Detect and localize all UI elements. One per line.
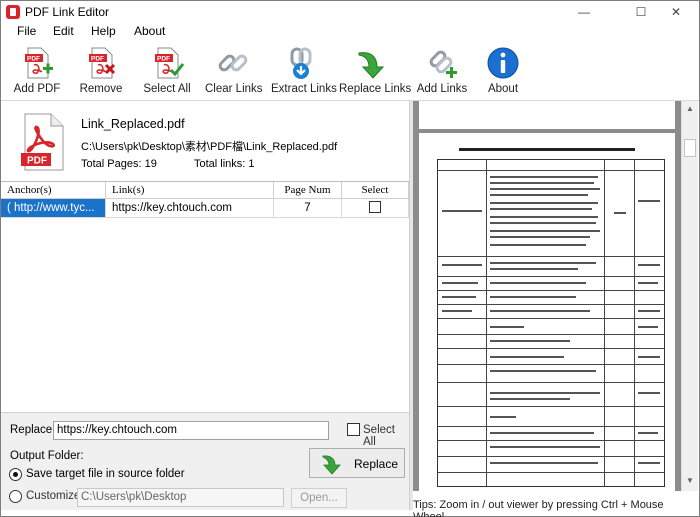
app-logo-icon <box>6 5 20 19</box>
add-pdf-icon: PDF <box>25 47 53 79</box>
close-button[interactable]: ✕ <box>653 1 699 23</box>
svg-text:PDF: PDF <box>91 56 104 63</box>
replace-links-button[interactable]: Replace Links <box>339 43 412 97</box>
open-folder-button[interactable]: Open... <box>291 488 347 508</box>
custom-path-input[interactable]: C:\Users\pk\Desktop <box>77 488 284 507</box>
save-source-label[interactable]: Save target file in source folder <box>26 468 185 480</box>
broken-link-icon <box>218 54 248 72</box>
table-row[interactable]: ( http://www.tyc... https://key.chtouch.… <box>1 199 409 218</box>
menu-about[interactable]: About <box>134 24 165 38</box>
menu-help[interactable]: Help <box>91 24 116 38</box>
about-button[interactable]: About <box>481 43 525 97</box>
pdf-viewer[interactable] <box>413 101 681 491</box>
svg-text:PDF: PDF <box>27 56 40 63</box>
toolbar: PDF Add PDF PDF Remove PDF Select All Cl… <box>1 41 699 99</box>
remove-pdf-icon: PDF <box>89 47 116 79</box>
page-table <box>437 159 665 487</box>
replace-arrow-icon <box>358 52 385 79</box>
add-links-button[interactable]: Add Links <box>415 43 469 97</box>
page-heading <box>459 148 635 151</box>
extract-links-icon <box>290 47 312 79</box>
extract-links-label: Extract Links <box>271 83 337 95</box>
select-all-checkbox-label[interactable]: Select All <box>363 424 409 448</box>
pdf-page-current <box>419 133 675 491</box>
clear-links-button[interactable]: Clear Links <box>205 43 263 97</box>
minimize-button[interactable]: — <box>561 1 607 23</box>
anchor-cell[interactable]: ( http://www.tyc... <box>1 199 106 218</box>
extract-links-button[interactable]: Extract Links <box>271 43 337 97</box>
options-panel: Replace: https://key.chtouch.com Select … <box>1 413 409 510</box>
select-all-checkbox[interactable] <box>347 423 360 436</box>
add-links-label: Add Links <box>416 83 468 95</box>
add-pdf-button[interactable]: PDF Add PDF <box>9 43 65 97</box>
replace-arrow-icon <box>322 455 341 475</box>
row-select-checkbox[interactable] <box>369 200 381 213</box>
add-pdf-label: Add PDF <box>13 83 61 95</box>
customize-radio[interactable] <box>9 490 22 503</box>
select-all-button[interactable]: PDF Select All <box>141 43 193 97</box>
title-bar: PDF Link Editor — ☐ ✕ <box>1 1 699 23</box>
menu-edit[interactable]: Edit <box>53 24 74 38</box>
add-link-icon <box>429 50 457 78</box>
output-folder-label: Output Folder: <box>10 450 84 462</box>
left-panel: PDF Link_Replaced.pdf C:\Users\pk\Deskto… <box>1 101 409 510</box>
remove-label: Remove <box>79 83 123 95</box>
info-icon <box>487 47 519 79</box>
customize-label[interactable]: Customize: <box>26 490 84 502</box>
about-label: About <box>487 83 519 95</box>
file-path: C:\Users\pk\Desktop\素材\PDF檔\Link_Replace… <box>81 141 338 153</box>
pdf-page-previous <box>419 101 675 129</box>
replace-links-label: Replace Links <box>339 83 412 95</box>
replace-input[interactable]: https://key.chtouch.com <box>53 421 329 440</box>
window-title: PDF Link Editor <box>25 5 110 19</box>
clear-links-label: Clear Links <box>205 83 263 95</box>
total-links: Total links: 1 <box>194 158 255 170</box>
save-source-radio[interactable] <box>9 468 22 481</box>
header-select[interactable]: Select <box>342 182 409 199</box>
total-pages: Total Pages: 19 <box>81 158 157 170</box>
header-page-num[interactable]: Page Num <box>274 182 342 199</box>
header-anchor[interactable]: Anchor(s) <box>1 182 106 199</box>
select-cell[interactable] <box>342 199 409 218</box>
select-all-label: Select All <box>143 83 191 95</box>
scroll-down-icon[interactable]: ▼ <box>682 473 698 489</box>
replace-button-label: Replace <box>354 457 399 471</box>
scroll-thumb[interactable] <box>684 139 696 157</box>
svg-text:PDF: PDF <box>157 56 170 63</box>
viewer-scrollbar[interactable]: ▲ ▼ <box>681 101 698 491</box>
remove-button[interactable]: PDF Remove <box>77 43 125 97</box>
file-info: PDF Link_Replaced.pdf C:\Users\pk\Deskto… <box>1 101 409 181</box>
app-window: PDF Link Editor — ☐ ✕ File Edit Help Abo… <box>0 0 700 517</box>
menu-bar: File Edit Help About <box>1 23 699 41</box>
page-cell[interactable]: 7 <box>274 199 342 218</box>
menu-file[interactable]: File <box>17 24 36 38</box>
file-name: Link_Replaced.pdf <box>81 117 185 131</box>
select-all-icon: PDF <box>155 47 185 79</box>
svg-text:PDF: PDF <box>27 156 47 167</box>
header-link[interactable]: Link(s) <box>106 182 274 199</box>
replace-button[interactable]: Replace <box>309 448 405 478</box>
pdf-file-icon: PDF <box>21 113 64 171</box>
scroll-up-icon[interactable]: ▲ <box>682 101 698 117</box>
links-grid: Anchor(s) Link(s) Page Num Select ( http… <box>1 181 409 413</box>
viewer-tips: Tips: Zoom in / out viewer by pressing C… <box>413 499 664 517</box>
link-cell[interactable]: https://key.chtouch.com <box>106 199 274 218</box>
replace-label: Replace: <box>10 424 56 436</box>
